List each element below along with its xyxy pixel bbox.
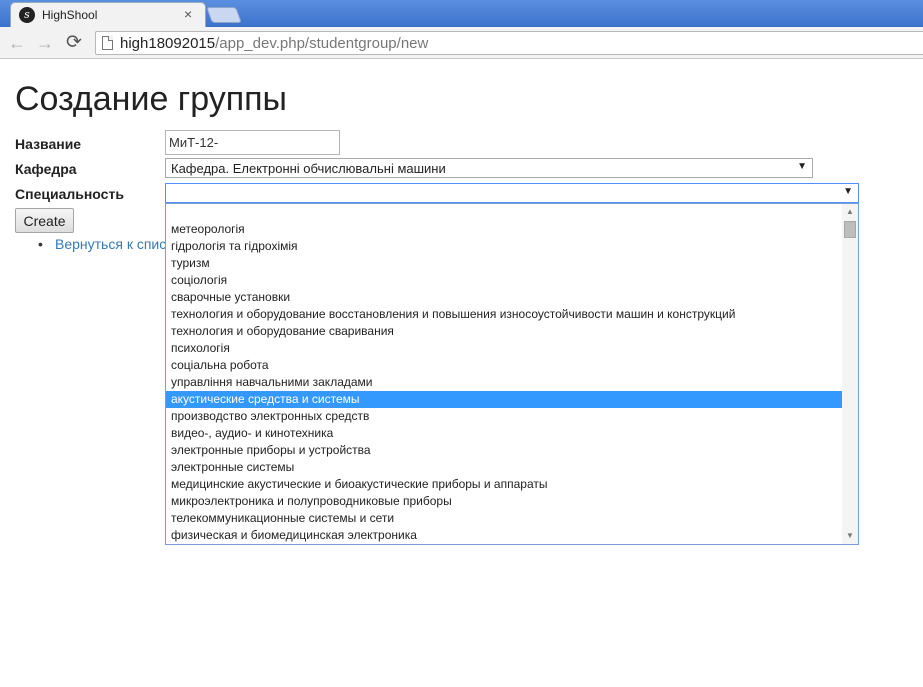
- scrollbar-thumb[interactable]: [844, 221, 856, 238]
- dropdown-option[interactable]: туризм: [166, 255, 842, 272]
- department-select[interactable]: Кафедра. Електронні обчислювальні машини…: [165, 158, 813, 178]
- department-select-value: Кафедра. Електронні обчислювальні машини: [171, 161, 446, 176]
- url-path: /app_dev.php/studentgroup/new: [215, 35, 429, 52]
- dropdown-option[interactable]: [166, 204, 842, 221]
- name-input[interactable]: [165, 130, 340, 155]
- dropdown-scrollbar[interactable]: ▲ ▼: [842, 204, 858, 544]
- dropdown-option[interactable]: психологія: [166, 340, 842, 357]
- chevron-down-icon: ▼: [797, 161, 807, 172]
- dropdown-options: метеорологія гідрологія та гідрохімія тури…: [166, 204, 842, 544]
- dropdown-option[interactable]: технология и оборудование сваривания: [166, 323, 842, 340]
- dropdown-option[interactable]: сварочные установки: [166, 289, 842, 306]
- dropdown-option[interactable]: производство электронных средств: [166, 408, 842, 425]
- dropdown-option[interactable]: акустические средства и системы: [166, 391, 842, 408]
- dropdown-option[interactable]: электронные системы: [166, 459, 842, 476]
- tab-title: HighShool: [42, 8, 98, 22]
- name-label: Название: [15, 136, 82, 152]
- dropdown-option[interactable]: управління навчальними закладами: [166, 374, 842, 391]
- department-label: Кафедра: [15, 161, 77, 177]
- new-tab-button[interactable]: [206, 7, 242, 23]
- reload-icon[interactable]: ⟳: [63, 32, 85, 54]
- browser-tab[interactable]: s HighShool ×: [10, 2, 206, 27]
- browser-toolbar: ← → ⟳ high18092015/app_dev.php/studentgr…: [0, 27, 923, 59]
- scroll-up-icon[interactable]: ▲: [842, 204, 858, 220]
- url-host: high18092015: [120, 35, 216, 52]
- back-to-list-link[interactable]: Вернуться к списку: [55, 236, 180, 252]
- specialty-dropdown-list[interactable]: метеорологія гідрологія та гідрохімія тури…: [165, 203, 859, 545]
- tab-close-icon[interactable]: ×: [184, 6, 192, 22]
- dropdown-option[interactable]: электронные приборы и устройства: [166, 442, 842, 459]
- browser-titlebar: s HighShool ×: [0, 0, 923, 27]
- specialty-label: Специальность: [15, 186, 124, 202]
- dropdown-option[interactable]: телекоммуникационные системы и сети: [166, 510, 842, 527]
- page-title: Создание группы: [15, 80, 287, 118]
- forward-arrow-icon[interactable]: →: [34, 32, 56, 54]
- dropdown-option[interactable]: соціологія: [166, 272, 842, 289]
- list-bullet: •: [38, 236, 43, 252]
- dropdown-option[interactable]: технология и оборудование восстановления…: [166, 306, 842, 323]
- dropdown-option[interactable]: видео-, аудио- и кинотехника: [166, 425, 842, 442]
- scroll-down-icon[interactable]: ▼: [842, 528, 858, 544]
- dropdown-option[interactable]: медицинские акустические и биоакустическ…: [166, 476, 842, 493]
- symfony-favicon-icon: s: [19, 7, 35, 23]
- address-bar[interactable]: high18092015/app_dev.php/studentgroup/ne…: [95, 31, 923, 55]
- dropdown-option[interactable]: микроэлектроника и полупроводниковые при…: [166, 493, 842, 510]
- back-arrow-icon[interactable]: ←: [6, 32, 28, 54]
- dropdown-option[interactable]: соціальна робота: [166, 357, 842, 374]
- dropdown-option[interactable]: физическая и биомедицинская электроника: [166, 527, 842, 544]
- create-button[interactable]: Create: [15, 208, 74, 233]
- page-icon: [102, 36, 113, 50]
- dropdown-option[interactable]: гідрологія та гідрохімія: [166, 238, 842, 255]
- dropdown-option[interactable]: метеорологія: [166, 221, 842, 238]
- chevron-down-icon: ▼: [843, 186, 853, 197]
- url-text: high18092015/app_dev.php/studentgroup/ne…: [120, 35, 428, 52]
- specialty-select[interactable]: ▼: [165, 183, 859, 203]
